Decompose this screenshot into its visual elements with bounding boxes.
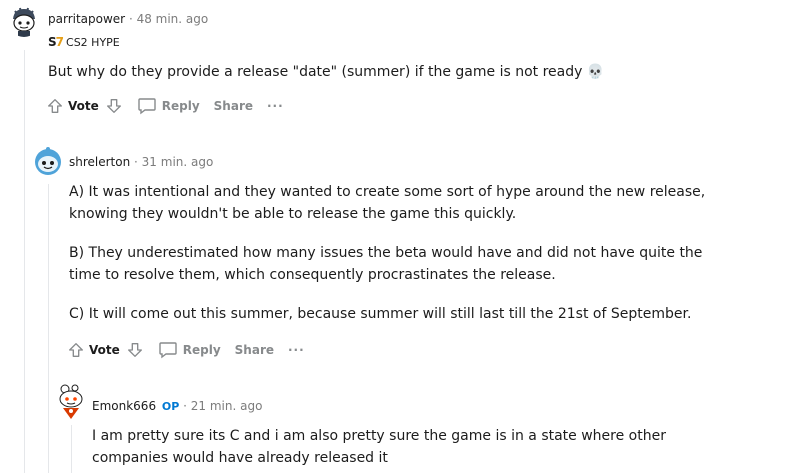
share-button[interactable]: Share	[235, 343, 274, 357]
avatar[interactable]	[53, 383, 85, 419]
comment-paragraph: But why do they provide a release "date"…	[48, 64, 605, 80]
comment-actions: Vote Reply Share ···	[46, 97, 298, 115]
vote-label: Vote	[89, 343, 120, 357]
avatar-snoo-icon	[8, 5, 40, 37]
comment-body: I am pretty sure its C and i am also pre…	[92, 425, 666, 469]
comment-header: Emonk666 OP · 21 min. ago	[92, 399, 262, 413]
thread-line-3[interactable]	[71, 425, 72, 473]
upvote-icon[interactable]	[46, 97, 64, 115]
share-button[interactable]: Share	[214, 99, 253, 113]
comment-paragraph: A) It was intentional and they wanted to…	[69, 184, 706, 200]
timestamp[interactable]: · 31 min. ago	[134, 155, 213, 169]
upvote-icon[interactable]	[67, 341, 85, 359]
op-badge: OP	[161, 400, 180, 413]
comment-paragraph: B) They underestimated how many issues t…	[69, 245, 703, 261]
comment-header: shrelerton · 31 min. ago	[69, 155, 213, 169]
avatar-snoo-icon	[32, 145, 64, 177]
username[interactable]: parritapower	[48, 12, 125, 26]
comment-bubble-icon	[137, 97, 157, 115]
more-options-button[interactable]: ···	[267, 99, 284, 113]
more-icon: ···	[288, 343, 305, 357]
reply-button[interactable]: Reply	[158, 341, 221, 359]
share-label: Share	[213, 99, 253, 113]
more-options-button[interactable]: ···	[288, 343, 305, 357]
comment-actions: Vote Reply Share ···	[67, 341, 319, 359]
comment-paragraph: I am pretty sure its C and i am also pre…	[92, 428, 666, 444]
avatar-snoo-icon	[59, 384, 83, 419]
comment-header: parritapower · 48 min. ago	[48, 12, 208, 26]
username[interactable]: shrelerton	[69, 155, 130, 169]
avatar[interactable]	[8, 5, 40, 37]
reply-label: Reply	[182, 343, 221, 357]
downvote-icon[interactable]	[105, 97, 123, 115]
flair-text: CS2 HYPE	[66, 35, 120, 49]
comment-paragraph: knowing they wouldn't be able to release…	[69, 206, 517, 222]
reply-label: Reply	[161, 99, 200, 113]
more-icon: ···	[267, 99, 284, 113]
username[interactable]: Emonk666	[92, 399, 156, 413]
comment-paragraph: time to resolve them, which consequently…	[69, 267, 556, 283]
share-label: Share	[234, 343, 274, 357]
thread-line-2[interactable]	[48, 184, 49, 473]
downvote-icon[interactable]	[126, 341, 144, 359]
comment-body: But why do they provide a release "date"…	[48, 61, 604, 83]
comment-paragraph: C) It will come out this summer, because…	[69, 306, 692, 322]
timestamp[interactable]: · 21 min. ago	[183, 399, 262, 413]
comment-bubble-icon	[158, 341, 178, 359]
reply-button[interactable]: Reply	[137, 97, 200, 115]
user-flair: S7 CS2 HYPE	[48, 35, 120, 49]
timestamp[interactable]: · 48 min. ago	[129, 12, 208, 26]
comment-body: A) It was intentional and they wanted to…	[69, 181, 705, 325]
thread-line-1[interactable]	[24, 50, 25, 473]
avatar[interactable]	[32, 145, 64, 177]
cs-logo-icon: S7	[48, 35, 64, 49]
vote-label: Vote	[68, 99, 99, 113]
comment-paragraph: companies would have already released it	[92, 450, 388, 466]
